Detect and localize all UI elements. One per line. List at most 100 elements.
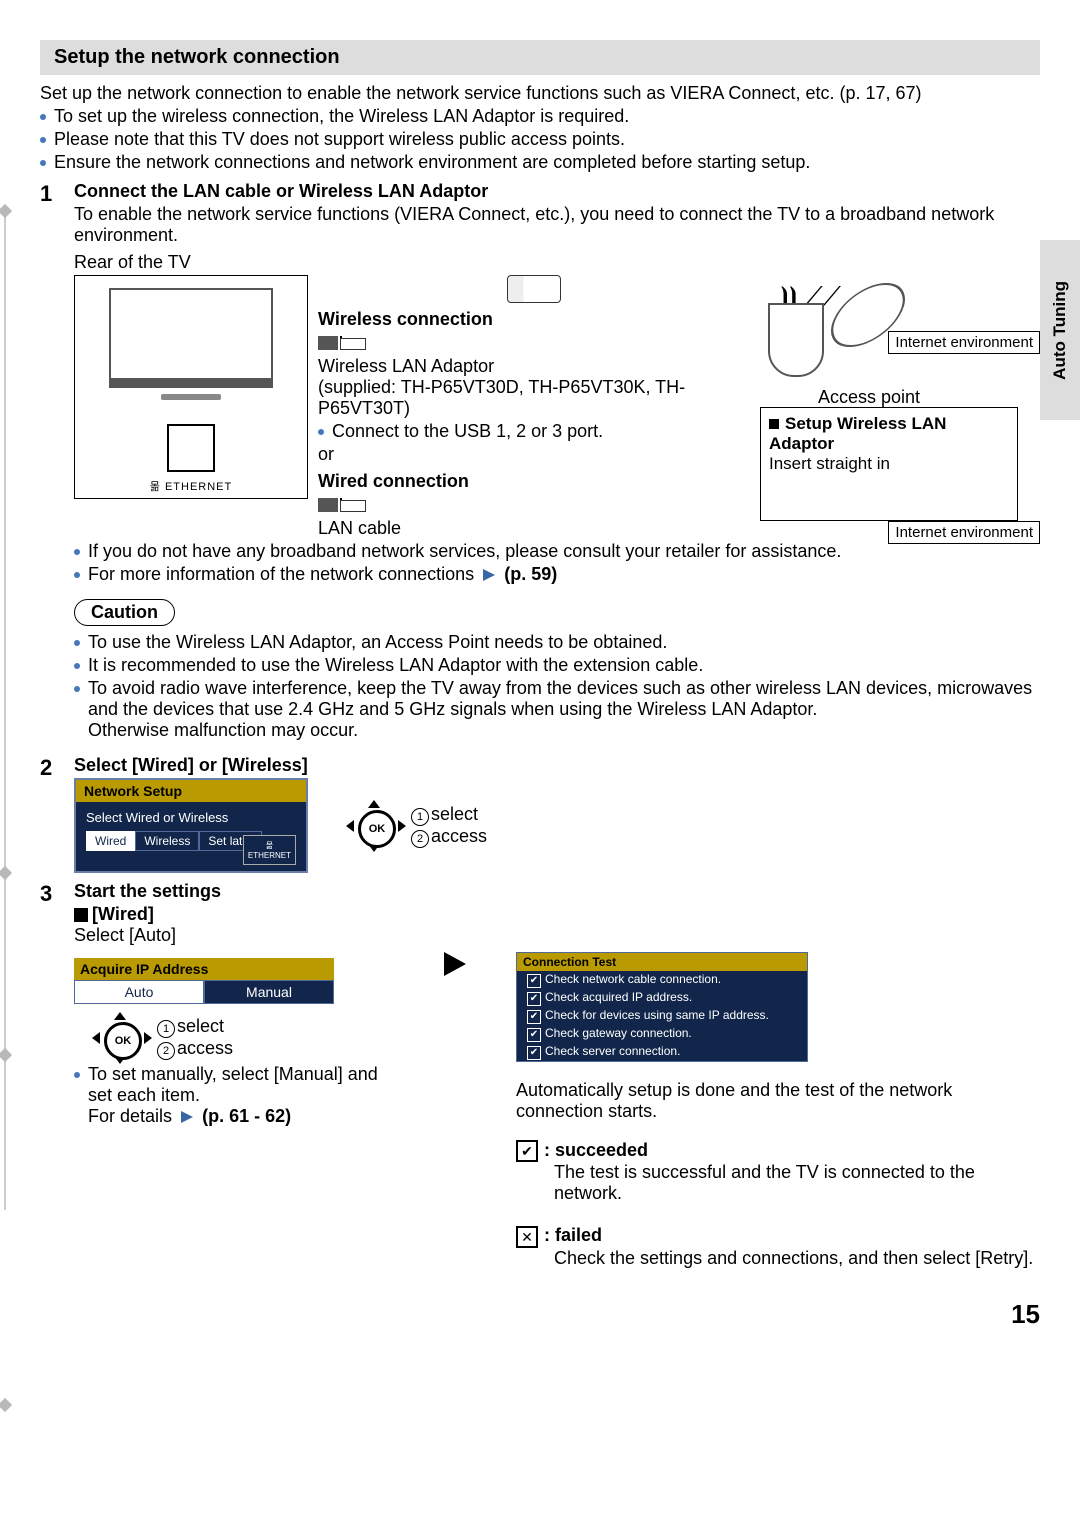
connection-diagram: 몲 ETHERNET Wireless connection Wireless …: [74, 275, 1040, 539]
access-label: access: [431, 826, 487, 846]
step-2: 2 Select [Wired] or [Wireless] Network S…: [40, 755, 1040, 873]
side-tab: Auto Tuning: [1040, 240, 1080, 420]
checkbox-icon: ✔: [527, 1010, 541, 1024]
circled-2-icon: 2: [157, 1042, 175, 1060]
circled-2-icon: 2: [411, 830, 429, 848]
caution-bullet: It is recommended to use the Wireless LA…: [74, 655, 1040, 676]
failed-text: Check the settings and connections, and …: [554, 1248, 1040, 1269]
osd-header: Network Setup: [76, 780, 306, 802]
succeeded-row: ✔: succeeded The test is successful and …: [516, 1140, 1040, 1204]
big-arrow-icon: [444, 952, 466, 976]
side-tab-label: Auto Tuning: [1050, 281, 1070, 380]
checkbox-icon: ✔: [527, 974, 541, 988]
auto-setup-text: Automatically setup is done and the test…: [516, 1080, 1040, 1122]
or-label: or: [318, 444, 750, 465]
access-point-icon: [768, 303, 824, 377]
lan-cable-label: LAN cable: [318, 518, 750, 539]
setup-wlan-box: Setup Wireless LAN Adaptor Insert straig…: [760, 407, 1018, 521]
step1-desc: To enable the network service functions …: [74, 204, 1040, 246]
connection-test-box: Connection Test ✔ Check network cable con…: [516, 952, 808, 1062]
circled-1-icon: 1: [411, 808, 429, 826]
page-number: 15: [40, 1299, 1040, 1330]
select-label: select: [431, 804, 478, 824]
intro-text: Set up the network connection to enable …: [40, 83, 1040, 104]
intro-bullet: To set up the wireless connection, the W…: [40, 106, 1040, 127]
ok-button-icon: OK: [346, 802, 406, 850]
step-rail-end: [0, 1398, 12, 1412]
step-number: 2: [40, 755, 74, 873]
tv-rear-panel: 몲 ETHERNET: [74, 275, 308, 499]
check-item: Check network cable connection.: [545, 972, 721, 986]
intro-bullets: To set up the wireless connection, the W…: [40, 106, 1040, 173]
wired-connection-title: Wired connection: [318, 471, 750, 492]
network-setup-osd: Network Setup Select Wired or Wireless W…: [74, 778, 308, 873]
step3-title: Start the settings: [74, 881, 1040, 902]
ok-label: OK: [104, 1022, 142, 1060]
osd-option-wired: Wired: [86, 831, 135, 851]
osd-option-wireless: Wireless: [135, 831, 199, 851]
square-bullet-icon: [74, 908, 88, 922]
step1-title: Connect the LAN cable or Wireless LAN Ad…: [74, 181, 1040, 202]
mid-column: Wireless connection Wireless LAN Adaptor…: [318, 275, 750, 539]
intro-bullet: Ensure the network connections and netwo…: [40, 152, 1040, 173]
page-arrow-icon: [483, 569, 495, 581]
ip-option-auto: Auto: [74, 980, 204, 1004]
access-label: access: [177, 1038, 233, 1058]
check-item: Check gateway connection.: [545, 1026, 692, 1040]
intro-bullet: Please note that this TV does not suppor…: [40, 129, 1040, 150]
step-number: 1: [40, 181, 74, 747]
ok-label: OK: [358, 810, 396, 848]
remote-control-hint: OK 1select 2access: [328, 802, 487, 850]
step-marker: [0, 1048, 12, 1062]
rear-of-tv-label: Rear of the TV: [74, 252, 1040, 273]
ethernet-icon-box: 몲ETHERNET: [243, 835, 296, 865]
circled-1-icon: 1: [157, 1020, 175, 1038]
wired-subheader: [Wired]: [92, 904, 154, 924]
ok-button-icon: OK: [92, 1014, 152, 1062]
check-item: Check acquired IP address.: [545, 990, 692, 1004]
step-marker: [0, 204, 12, 218]
ip-option-manual: Manual: [204, 980, 334, 1004]
remote-control-hint: OK 1select 2access: [74, 1014, 394, 1062]
connect-usb-note: Connect to the USB 1, 2 or 3 port.: [318, 421, 750, 442]
internet-box-wireless: Internet environment: [888, 331, 1040, 354]
section-header: Setup the network connection: [40, 40, 1040, 75]
ip-osd-header: Acquire IP Address: [74, 958, 334, 980]
usb-drive-icon: [507, 275, 561, 303]
ethernet-port-icon: [167, 424, 215, 472]
caution-bullet: To use the Wireless LAN Adaptor, an Acce…: [74, 632, 1040, 653]
page-ref: (p. 59): [504, 564, 557, 584]
osd-prompt: Select Wired or Wireless: [86, 810, 296, 825]
manual-note: To set manually, select [Manual] and set…: [74, 1064, 394, 1127]
square-bullet-icon: [769, 419, 779, 429]
failed-row: ✕: failed Check the settings and connect…: [516, 1225, 1040, 1268]
wireless-connection-title: Wireless connection: [318, 309, 750, 330]
broadband-note: If you do not have any broadband network…: [74, 541, 1040, 562]
select-label: select: [177, 1016, 224, 1036]
lan-plug-icon: [318, 498, 750, 512]
setup-wlan-title: Setup Wireless LAN Adaptor: [769, 414, 946, 453]
checkbox-icon: ✔: [527, 1028, 541, 1042]
insert-straight-label: Insert straight in: [769, 454, 1009, 474]
step-number: 3: [40, 881, 74, 1269]
step1-final-bullets: If you do not have any broadband network…: [74, 541, 1040, 585]
checked-box-icon: ✔: [516, 1140, 538, 1162]
checkbox-icon: ✔: [527, 1046, 541, 1060]
succeeded-text: The test is successful and the TV is con…: [554, 1162, 1040, 1204]
ethernet-port-label: 몲 ETHERNET: [81, 478, 301, 494]
step-3: 3 Start the settings [Wired] Select [Aut…: [40, 881, 1040, 1269]
check-item: Check server connection.: [545, 1044, 680, 1058]
more-info-note: For more information of the network conn…: [74, 564, 1040, 585]
step2-title: Select [Wired] or [Wireless]: [74, 755, 1040, 776]
caution-bullets: To use the Wireless LAN Adaptor, an Acce…: [74, 632, 1040, 741]
check-item: Check for devices using same IP address.: [545, 1008, 769, 1022]
page-arrow-icon: [181, 1111, 193, 1123]
page-ref: (p. 61 - 62): [202, 1106, 291, 1126]
wireless-adaptor-plug-icon: [318, 336, 750, 350]
connection-test-header: Connection Test: [517, 953, 807, 971]
step-1: 1 Connect the LAN cable or Wireless LAN …: [40, 181, 1040, 747]
x-box-icon: ✕: [516, 1226, 538, 1248]
access-point-label: Access point: [818, 387, 920, 408]
select-auto-label: Select [Auto]: [74, 925, 1040, 946]
tv-screen-graphic: [109, 288, 273, 388]
